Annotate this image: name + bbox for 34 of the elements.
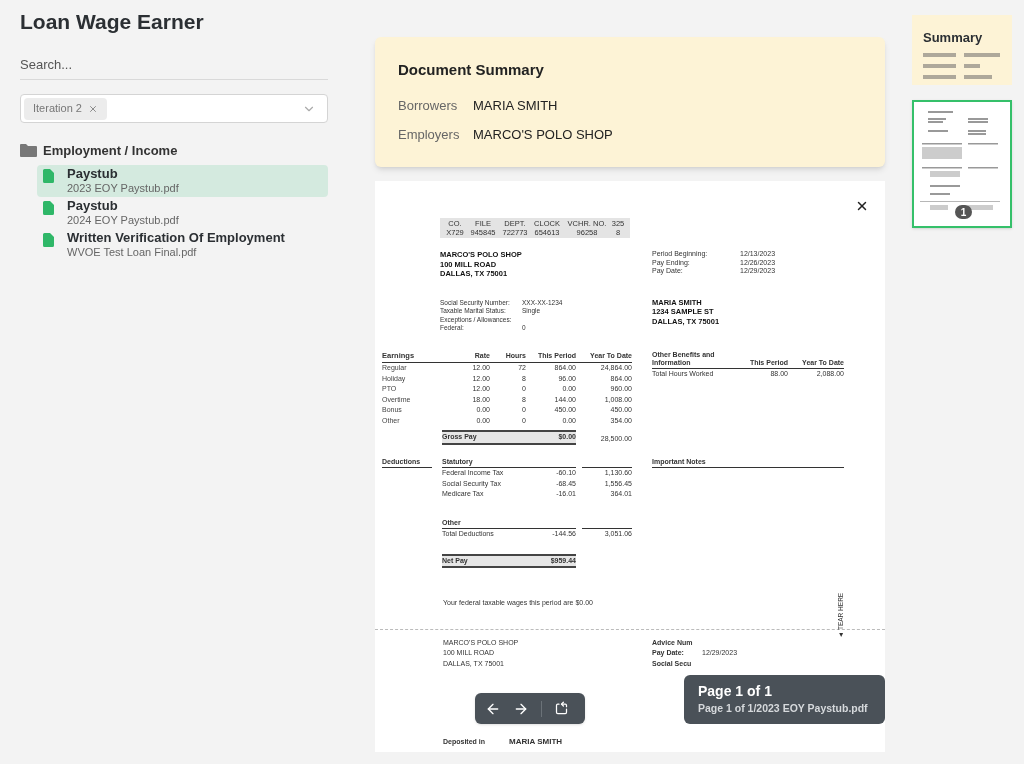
document-title: Written Verification Of Employment — [67, 230, 285, 245]
search-field[interactable]: Search... — [20, 50, 328, 80]
document-item[interactable]: Paystub 2024 EOY Paystub.pdf — [37, 197, 328, 229]
close-icon[interactable] — [87, 103, 98, 114]
folder-label[interactable]: Employment / Income — [43, 140, 178, 161]
summary-value: MARIA SMITH — [473, 96, 559, 115]
file-icon — [43, 169, 54, 183]
close-icon — [855, 199, 869, 213]
summary-label: Borrowers — [398, 96, 459, 115]
page-number-badge: 1 — [955, 205, 972, 219]
document-title: Paystub — [67, 166, 119, 181]
rotate-icon[interactable] — [554, 701, 569, 716]
app-title: Loan Wage Earner — [20, 9, 205, 35]
text-lines-icon — [923, 51, 1000, 80]
document-item[interactable]: Paystub 2023 EOY Paystub.pdf — [37, 165, 328, 197]
file-icon — [43, 233, 54, 247]
page-label: Page 1 of 1 — [698, 682, 773, 700]
file-name: WVOE Test Loan Final.pdf — [67, 245, 198, 260]
summary-value: MARCO'S POLO SHOP — [473, 126, 614, 144]
thumbnail-label: Summary — [923, 30, 983, 45]
document-item[interactable]: Written Verification Of Employment WVOE Test Loan Final.pdf — [37, 229, 328, 261]
page-thumbnail[interactable]: 1 — [912, 100, 1012, 228]
file-icon — [43, 201, 54, 215]
summary-label: Employers — [398, 126, 461, 144]
deposit-name: MARIA SMITH — [509, 737, 563, 748]
filter-select[interactable]: Iteration 2 — [20, 94, 328, 123]
summary-title: Document Summary — [398, 60, 545, 80]
page-detail: Page 1 of 1/2023 EOY Paystub.pdf — [698, 701, 869, 716]
file-name: 2024 EOY Paystub.pdf — [67, 213, 179, 228]
filter-chip[interactable]: Iteration 2 — [24, 97, 107, 120]
summary-thumbnail[interactable]: Summary — [912, 15, 1012, 85]
folder-icon — [20, 144, 37, 157]
file-name: 2023 EOY Paystub.pdf — [67, 181, 179, 196]
document-title: Paystub — [67, 198, 119, 213]
